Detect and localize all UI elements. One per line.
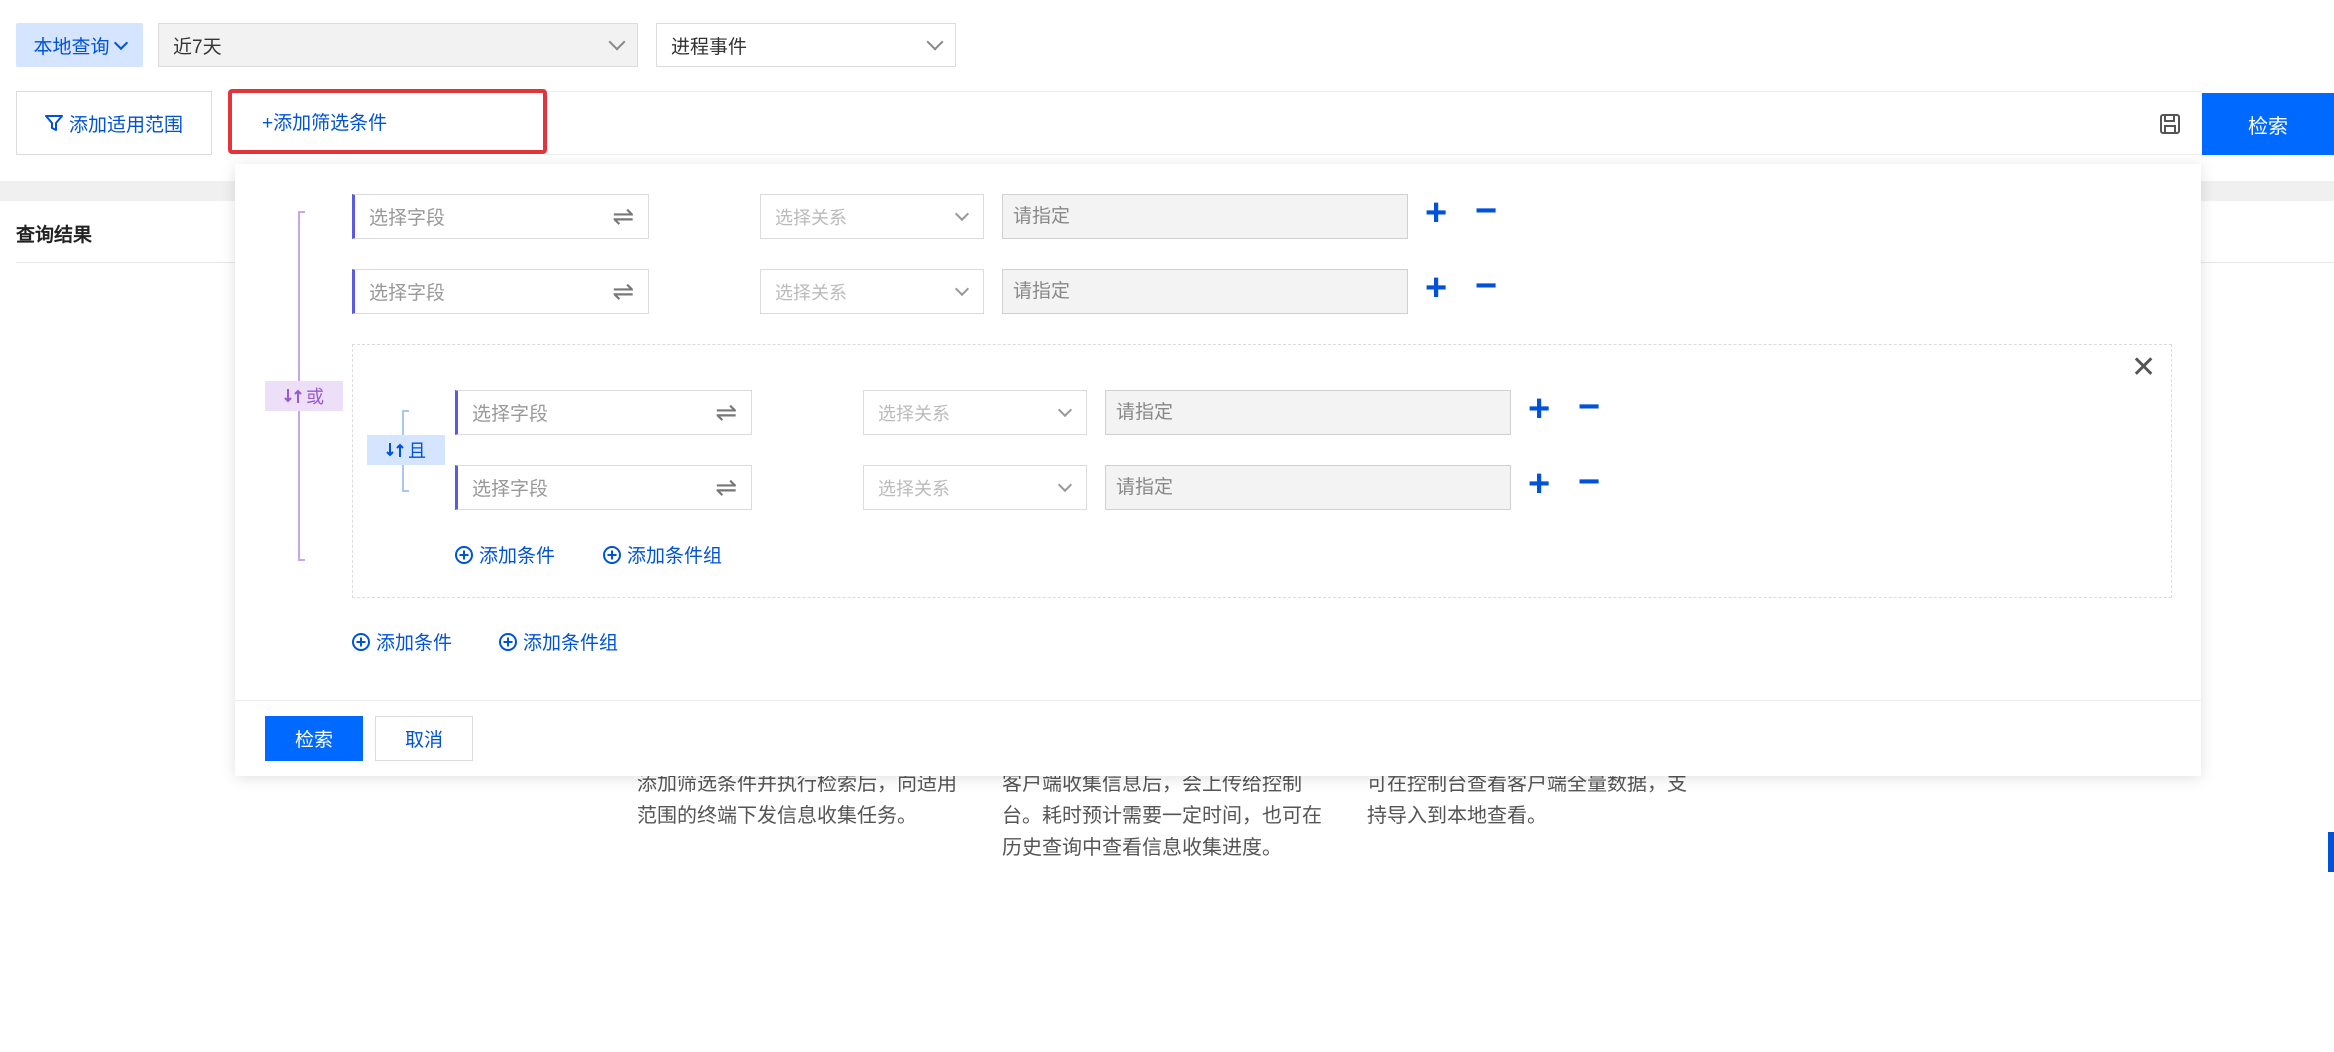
search-button[interactable]: 检索 [2202, 93, 2334, 155]
field-placeholder: 选择字段 [472, 404, 549, 425]
time-range-value: 近7天 [173, 36, 222, 58]
add-condition-link[interactable]: 添加条件 [352, 628, 452, 655]
field-placeholder: 选择字段 [369, 283, 446, 304]
chevron-down-icon [1057, 402, 1073, 417]
value-input[interactable] [1002, 269, 1408, 314]
minus-icon[interactable]: − [1475, 192, 1497, 230]
step-description-2: 客户端收集信息后，会上传给控制台。耗时预计需要一定时间，也可在历史查询中查看信息… [1002, 773, 1322, 859]
value-field[interactable] [1114, 400, 1502, 425]
add-condition-group-link[interactable]: 添加条件组 [603, 541, 722, 568]
field-select[interactable]: 选择字段 ⇌ [455, 390, 752, 435]
chevron-down-icon [954, 206, 970, 221]
plus-icon[interactable]: + [1528, 390, 1550, 428]
relation-select[interactable]: 选择关系 [760, 269, 984, 314]
chevron-down-icon [113, 35, 128, 51]
add-scope-label: 添加适用范围 [68, 114, 183, 136]
add-circle-icon [352, 632, 370, 651]
swap-icon[interactable]: ⇌ [612, 276, 634, 307]
panel-search-button[interactable]: 检索 [265, 716, 363, 761]
swap-icon[interactable]: ⇌ [612, 201, 634, 232]
and-label: 且 [408, 441, 426, 461]
plus-icon[interactable]: + [1425, 194, 1447, 232]
panel-cancel-button[interactable]: 取消 [375, 716, 473, 761]
field-placeholder: 选择字段 [369, 208, 446, 229]
relation-placeholder: 选择关系 [878, 403, 950, 424]
chevron-down-icon [926, 33, 944, 51]
condition-group: ✕ 且 选择字段 ⇌ 选择关系 + − 选择字段 ⇌ 选 [352, 344, 2172, 598]
field-select[interactable]: 选择字段 ⇌ [352, 194, 649, 239]
add-condition-group-link[interactable]: 添加条件组 [499, 628, 618, 655]
value-input[interactable] [1105, 390, 1511, 435]
value-input[interactable] [1105, 465, 1511, 510]
chevron-down-icon [954, 281, 970, 296]
value-field[interactable] [1011, 204, 1399, 229]
and-toggle[interactable]: 且 [367, 435, 445, 465]
plus-icon[interactable]: + [1425, 269, 1447, 307]
plus-icon[interactable]: + [1528, 465, 1550, 503]
add-scope-button[interactable]: 添加适用范围 [16, 91, 212, 155]
add-filter-label: +添加筛选条件 [262, 113, 388, 134]
divider [235, 700, 2201, 701]
toggle-logic-icon [284, 389, 302, 403]
add-condition-label: 添加条件 [376, 633, 453, 654]
time-range-select[interactable]: 近7天 [158, 23, 638, 67]
value-input[interactable] [1002, 194, 1408, 239]
relation-placeholder: 选择关系 [878, 478, 950, 499]
filter-panel: 或 选择字段 ⇌ 选择关系 + − 选择字段 ⇌ 选择关系 + − ✕ 且 [235, 164, 2201, 776]
swap-icon[interactable]: ⇌ [715, 397, 737, 428]
field-placeholder: 选择字段 [472, 479, 549, 500]
relation-placeholder: 选择关系 [775, 207, 847, 228]
local-query-label: 本地查询 [33, 36, 110, 58]
relation-select[interactable]: 选择关系 [863, 465, 1087, 510]
relation-placeholder: 选择关系 [775, 282, 847, 303]
add-circle-icon [455, 545, 473, 564]
step-description-1: 添加筛选条件并执行检索后，向适用范围的终端下发信息收集任务。 [637, 773, 957, 827]
add-condition-label: 添加条件 [479, 546, 556, 567]
field-select[interactable]: 选择字段 ⇌ [455, 465, 752, 510]
chevron-down-icon [1057, 477, 1073, 492]
swap-icon[interactable]: ⇌ [715, 472, 737, 503]
event-type-select[interactable]: 进程事件 [656, 23, 956, 67]
field-select[interactable]: 选择字段 ⇌ [352, 269, 649, 314]
local-query-dropdown[interactable]: 本地查询 [16, 23, 143, 67]
condition-bar [547, 91, 2202, 155]
search-label: 检索 [2248, 115, 2288, 138]
relation-select[interactable]: 选择关系 [760, 194, 984, 239]
add-condition-group-label: 添加条件组 [627, 546, 723, 567]
panel-search-label: 检索 [294, 730, 333, 751]
or-toggle[interactable]: 或 [265, 381, 343, 411]
save-icon[interactable] [2159, 113, 2181, 135]
add-circle-icon [603, 545, 621, 564]
side-tab[interactable] [2328, 832, 2334, 872]
chevron-down-icon [608, 33, 626, 51]
value-field[interactable] [1114, 475, 1502, 500]
event-type-value: 进程事件 [671, 36, 748, 58]
value-field[interactable] [1011, 279, 1399, 304]
close-icon[interactable]: ✕ [2131, 353, 2156, 383]
step-description-3: 可在控制台查看客户端全量数据，支持导入到本地查看。 [1367, 773, 1687, 827]
minus-icon[interactable]: − [1475, 267, 1497, 305]
filter-icon [44, 115, 63, 131]
add-filter-button[interactable]: +添加筛选条件 [228, 89, 547, 154]
add-condition-group-label: 添加条件组 [523, 633, 619, 654]
results-title: 查询结果 [16, 225, 93, 246]
add-circle-icon [499, 632, 517, 651]
or-label: 或 [306, 387, 324, 407]
or-bracket [298, 211, 305, 561]
panel-cancel-label: 取消 [404, 730, 443, 751]
minus-icon[interactable]: − [1578, 388, 1600, 426]
relation-select[interactable]: 选择关系 [863, 390, 1087, 435]
minus-icon[interactable]: − [1578, 463, 1600, 501]
add-condition-link[interactable]: 添加条件 [455, 541, 555, 568]
toggle-logic-icon [386, 443, 404, 457]
